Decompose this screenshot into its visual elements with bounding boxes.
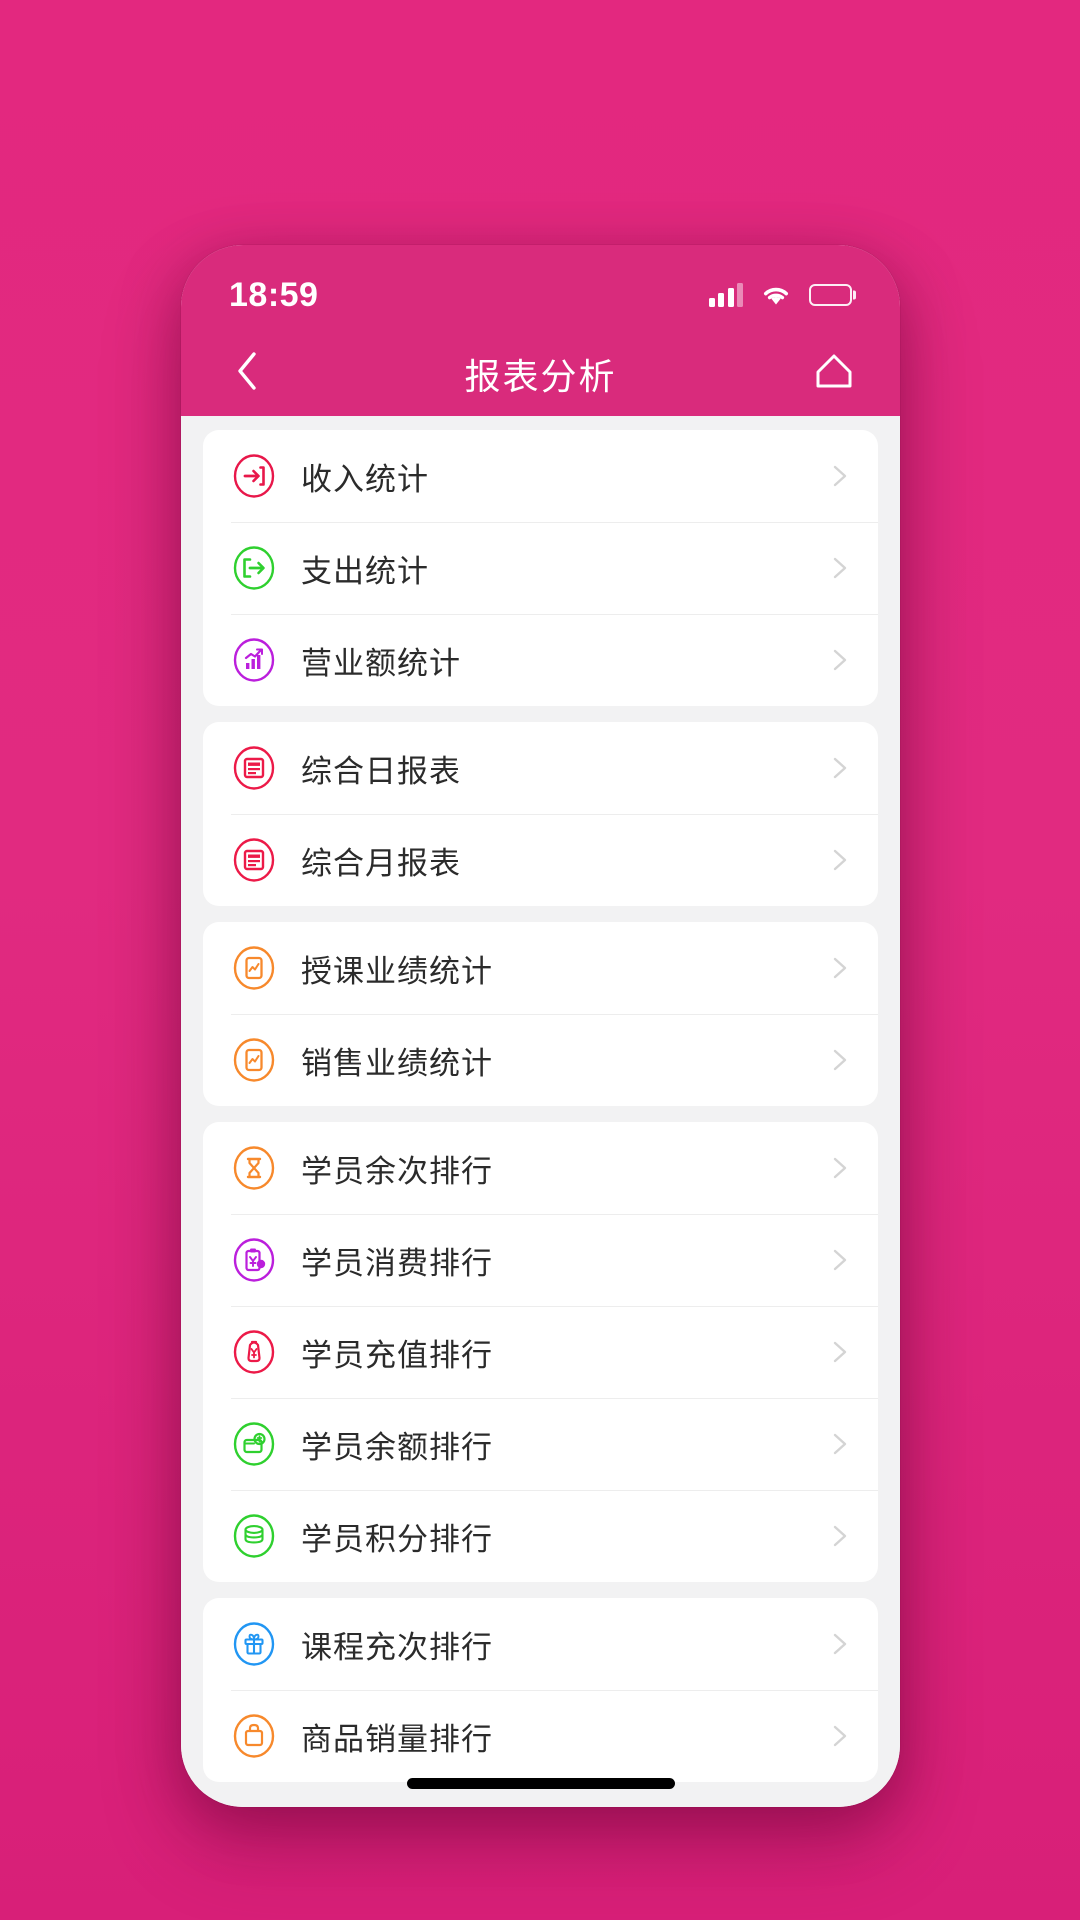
list-item[interactable]: 商品销量排行 xyxy=(203,1690,878,1782)
chevron-right-icon xyxy=(826,1047,852,1073)
list-item[interactable]: 课程充次排行 xyxy=(203,1598,878,1690)
chevron-right-icon xyxy=(826,463,852,489)
list-item-label: 课程充次排行 xyxy=(301,1629,493,1665)
statistics-group: 收入统计 支出统计 营业额统计 xyxy=(203,430,878,706)
list-item-label: 授课业绩统计 xyxy=(301,953,493,989)
list-item-label: 销售业绩统计 xyxy=(301,1045,493,1081)
status-bar-clock: 18:59 xyxy=(229,275,319,314)
expense-arrow-out-icon xyxy=(231,545,277,591)
status-bar-icons xyxy=(708,283,852,307)
navigation-bar: 报表分析 xyxy=(181,331,900,416)
course-ranking-group: 课程充次排行 商品销量排行 xyxy=(203,1598,878,1782)
list-item-label: 支出统计 xyxy=(301,553,429,589)
chevron-right-icon xyxy=(826,955,852,981)
list-item-label: 综合日报表 xyxy=(301,753,461,789)
chevron-left-icon xyxy=(234,350,260,397)
list-item[interactable]: 营业额统计 xyxy=(203,614,878,706)
list-item[interactable]: 综合月报表 xyxy=(203,814,878,906)
list-item[interactable]: 学员积分排行 xyxy=(203,1490,878,1582)
monthly-report-icon xyxy=(231,837,277,883)
list-item[interactable]: 学员消费排行 xyxy=(203,1214,878,1306)
report-list-scroll-area[interactable]: 收入统计 支出统计 营业额统计 综合日报表 综合月报表 授课业绩统计 销售业绩统… xyxy=(181,416,900,1807)
list-item[interactable]: 收入统计 xyxy=(203,430,878,522)
wifi-icon xyxy=(760,283,792,307)
recharge-icon xyxy=(231,1329,277,1375)
comprehensive-report-group: 综合日报表 综合月报表 xyxy=(203,722,878,906)
teaching-performance-icon xyxy=(231,945,277,991)
home-icon xyxy=(812,350,856,397)
chevron-right-icon xyxy=(826,847,852,873)
page-title: 报表分析 xyxy=(464,355,617,397)
list-item-label: 学员积分排行 xyxy=(301,1521,493,1557)
chevron-right-icon xyxy=(826,647,852,673)
chevron-right-icon xyxy=(826,1247,852,1273)
chevron-right-icon xyxy=(826,755,852,781)
list-item-label: 综合月报表 xyxy=(301,845,461,881)
student-ranking-group: 学员余次排行 学员消费排行 学员充值排行 学员余额排行 学员积分排行 xyxy=(203,1122,878,1582)
gift-icon xyxy=(231,1621,277,1667)
chevron-right-icon xyxy=(826,1523,852,1549)
list-item[interactable]: 授课业绩统计 xyxy=(203,922,878,1014)
list-item[interactable]: 学员充值排行 xyxy=(203,1306,878,1398)
list-item[interactable]: 学员余次排行 xyxy=(203,1122,878,1214)
goods-sales-icon xyxy=(231,1713,277,1759)
turnover-bar-chart-icon xyxy=(231,637,277,683)
status-bar: 18:59 xyxy=(181,245,900,331)
wallet-balance-icon xyxy=(231,1421,277,1467)
performance-group: 授课业绩统计 销售业绩统计 xyxy=(203,922,878,1106)
back-button[interactable] xyxy=(219,346,275,402)
sales-performance-icon xyxy=(231,1037,277,1083)
points-coins-icon xyxy=(231,1513,277,1559)
list-item-label: 学员充值排行 xyxy=(301,1337,493,1373)
list-item-label: 学员余次排行 xyxy=(301,1153,493,1189)
chevron-right-icon xyxy=(826,1431,852,1457)
list-item-label: 学员消费排行 xyxy=(301,1245,493,1281)
hourglass-icon xyxy=(231,1145,277,1191)
battery-icon xyxy=(809,284,852,306)
chevron-right-icon xyxy=(826,1155,852,1181)
consumption-clipboard-icon xyxy=(231,1237,277,1283)
chevron-right-icon xyxy=(826,555,852,581)
phone-frame: 18:59 报表分析 收入统计 支出统计 营业额统计 综合日报表 综合月报表 授… xyxy=(181,245,900,1807)
daily-report-icon xyxy=(231,745,277,791)
chevron-right-icon xyxy=(826,1339,852,1365)
list-item[interactable]: 销售业绩统计 xyxy=(203,1014,878,1106)
home-button[interactable] xyxy=(806,346,862,402)
chevron-right-icon xyxy=(826,1631,852,1657)
list-item-label: 收入统计 xyxy=(301,461,429,497)
list-item-label: 学员余额排行 xyxy=(301,1429,493,1465)
signal-bars-icon xyxy=(708,283,743,307)
list-item[interactable]: 学员余额排行 xyxy=(203,1398,878,1490)
list-item-label: 营业额统计 xyxy=(301,645,461,681)
list-item-label: 商品销量排行 xyxy=(301,1721,493,1757)
home-indicator-bar[interactable] xyxy=(406,1778,675,1789)
list-item[interactable]: 综合日报表 xyxy=(203,722,878,814)
chevron-right-icon xyxy=(826,1723,852,1749)
list-item[interactable]: 支出统计 xyxy=(203,522,878,614)
income-arrow-in-icon xyxy=(231,453,277,499)
